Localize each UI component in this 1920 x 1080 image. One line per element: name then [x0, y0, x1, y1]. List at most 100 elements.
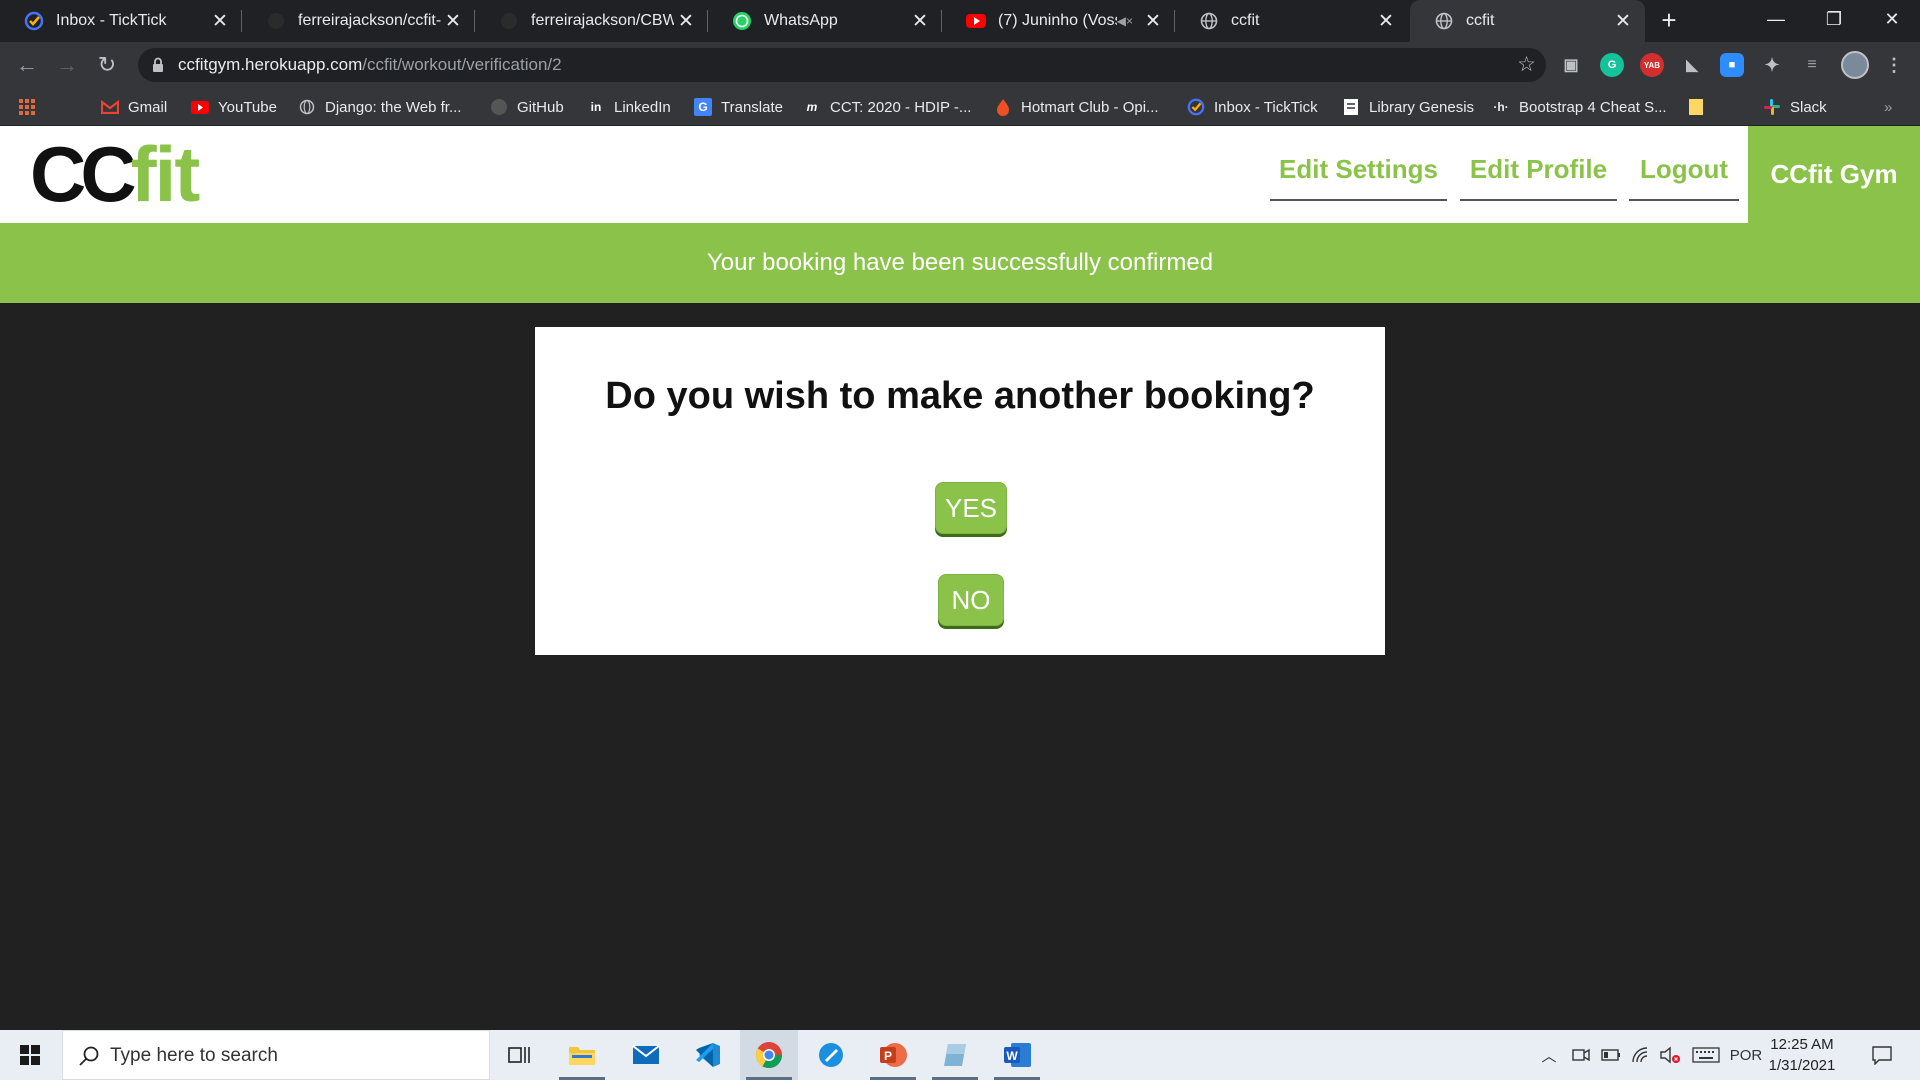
taskbar-clock[interactable]: 12:25 AM 1/31/2021	[1760, 1034, 1844, 1076]
bookmark-linkedin[interactable]: in LinkedIn	[587, 97, 671, 117]
forward-arrow-icon[interactable]: →	[52, 50, 82, 80]
no-button[interactable]: NO	[938, 574, 1004, 626]
more-bookmarks-icon[interactable]: »	[1884, 97, 1892, 117]
tab-youtube[interactable]: (7) Juninho (Vosso ◀× ✕	[942, 0, 1175, 42]
bookmark-bootstrap[interactable]: ·h· Bootstrap 4 Cheat S...	[1492, 97, 1666, 117]
zoom-icon[interactable]: ■	[1720, 53, 1744, 77]
edit-settings-link[interactable]: Edit Settings	[1270, 154, 1447, 201]
bookmark-label: Inbox - TickTick	[1214, 98, 1318, 116]
keyboard-icon[interactable]	[1690, 1030, 1722, 1080]
globe-icon	[1434, 11, 1454, 31]
address-bar[interactable]: ccfitgym.herokuapp.com/ccfit/workout/ver…	[138, 48, 1546, 82]
tab-title: ccfit	[1231, 12, 1260, 29]
tab-strip: Inbox - TickTick ✕ ferreirajackson/ccfit…	[0, 0, 1920, 42]
bookmark-label: Hotmart Club - Opi...	[1021, 98, 1159, 116]
chevron-up-icon[interactable]: ︿	[1537, 1030, 1561, 1080]
vscode-icon[interactable]	[678, 1030, 736, 1080]
bookmark-slack[interactable]: Slack	[1763, 97, 1827, 117]
avatar[interactable]	[1841, 51, 1869, 79]
url-text: ccfitgym.herokuapp.com/ccfit/workout/ver…	[178, 55, 562, 75]
close-window-button[interactable]: ✕	[1864, 0, 1920, 42]
close-icon[interactable]: ✕	[1374, 10, 1398, 33]
windows-start-icon[interactable]	[0, 1030, 60, 1080]
tab-github-ccfit[interactable]: ferreirajackson/ccfit-liv ✕	[242, 0, 475, 42]
close-icon[interactable]: ✕	[208, 10, 232, 33]
tab-whatsapp[interactable]: WhatsApp ✕	[708, 0, 942, 42]
close-icon[interactable]: ✕	[1141, 10, 1165, 33]
back-arrow-icon[interactable]: ←	[12, 50, 42, 80]
bookmark-ticktick[interactable]: Inbox - TickTick	[1187, 97, 1318, 117]
bookmark-label: Slack	[1790, 98, 1827, 116]
puzzle-icon[interactable]: ✦	[1760, 53, 1784, 77]
notifications-icon[interactable]	[1862, 1030, 1902, 1080]
yab-extension-icon[interactable]: YAB	[1640, 53, 1664, 77]
tab-github-cbwa[interactable]: ferreirajackson/CBWA- ✕	[475, 0, 708, 42]
ccfit-logo[interactable]: CC fit	[30, 135, 200, 213]
bookmark-star-icon[interactable]: ☆	[1517, 52, 1536, 77]
edit-profile-link[interactable]: Edit Profile	[1460, 154, 1617, 201]
battery-icon[interactable]	[1598, 1030, 1624, 1080]
bookmark-libgen[interactable]: Library Genesis	[1342, 97, 1474, 117]
globe-icon	[298, 98, 316, 116]
chrome-icon[interactable]	[740, 1030, 798, 1080]
svg-text:P: P	[884, 1049, 892, 1063]
bookmarks-bar: Gmail YouTube Django: the Web fr... GitH…	[0, 88, 1920, 126]
file-explorer-icon[interactable]	[553, 1030, 611, 1080]
powerpoint-icon[interactable]: P	[864, 1030, 922, 1080]
tab-ccfit[interactable]: ccfit ✕	[1175, 0, 1408, 42]
bookmark-youtube[interactable]: YouTube	[191, 97, 277, 117]
taskbar-search-box[interactable]: Type here to search	[62, 1030, 490, 1080]
yes-button[interactable]: YES	[935, 482, 1007, 534]
bookmark-django[interactable]: Django: the Web fr...	[298, 97, 461, 117]
globe-icon	[1199, 11, 1219, 31]
volume-muted-icon[interactable]	[1656, 1030, 1684, 1080]
paint-icon[interactable]	[802, 1030, 860, 1080]
windows-taskbar: Type here to search P W ︿ POR 12:25 AM 1…	[0, 1030, 1920, 1080]
task-view-icon[interactable]	[490, 1030, 548, 1080]
meet-now-icon[interactable]	[1568, 1030, 1594, 1080]
wifi-icon[interactable]	[1628, 1030, 1654, 1080]
bookmark-folder[interactable]	[1687, 97, 1714, 117]
booking-prompt-card: Do you wish to make another booking? YES…	[535, 327, 1385, 655]
tab-title: ferreirajackson/CBWA-	[531, 12, 674, 29]
bookmark-translate[interactable]: G Translate	[694, 97, 783, 117]
cast-icon[interactable]: ▣	[1559, 53, 1583, 77]
browser-toolbar: ← → ↻ ccfitgym.herokuapp.com/ccfit/worko…	[0, 42, 1920, 88]
tab-ccfit-active[interactable]: ccfit ✕	[1410, 0, 1645, 42]
bookmark-label: Translate	[721, 98, 783, 116]
bookmark-hotmart[interactable]: Hotmart Club - Opi...	[994, 97, 1159, 117]
bootstrap-icon: ·h·	[1493, 100, 1509, 114]
input-language[interactable]: POR	[1728, 1030, 1764, 1080]
bookmark-apps[interactable]	[18, 97, 45, 117]
gmail-icon	[101, 98, 119, 116]
page-content: CC fit Edit Settings Edit Profile Logout…	[0, 126, 1920, 1030]
bookmark-cct[interactable]: m CCT: 2020 - HDIP -...	[803, 97, 972, 117]
whatsapp-icon	[732, 11, 752, 31]
close-icon[interactable]: ✕	[674, 10, 698, 33]
speaker-muted-icon[interactable]: ◀×	[1117, 14, 1133, 28]
reading-list-icon[interactable]: ≡	[1800, 53, 1824, 77]
svg-text:W: W	[1006, 1049, 1018, 1063]
close-icon[interactable]: ✕	[908, 10, 932, 33]
bookmark-gmail[interactable]: Gmail	[101, 97, 167, 117]
minimize-button[interactable]: —	[1748, 0, 1804, 42]
grammarly-icon[interactable]: G	[1600, 53, 1624, 77]
restore-button[interactable]: ❐	[1806, 0, 1862, 42]
close-icon[interactable]: ✕	[1611, 10, 1635, 33]
close-icon[interactable]: ✕	[441, 10, 465, 33]
mail-icon[interactable]	[617, 1030, 675, 1080]
logout-link[interactable]: Logout	[1629, 154, 1739, 201]
ccfit-gym-brand-link[interactable]: CCfit Gym	[1748, 126, 1920, 223]
ticktick-icon	[24, 11, 44, 31]
youtube-icon	[191, 98, 209, 116]
menu-dots-icon[interactable]: ⋮	[1882, 53, 1906, 77]
notes-app-icon[interactable]	[926, 1030, 984, 1080]
reload-icon[interactable]: ↻	[92, 50, 122, 80]
new-tab-button[interactable]: +	[1653, 4, 1685, 36]
tab-ticktick[interactable]: Inbox - TickTick ✕	[0, 0, 242, 42]
bookmark-label: YouTube	[218, 98, 277, 116]
word-icon[interactable]: W	[988, 1030, 1046, 1080]
bookmark-label: Django: the Web fr...	[325, 98, 462, 116]
extension-icon[interactable]: ◣	[1680, 53, 1704, 77]
bookmark-github[interactable]: GitHub	[490, 97, 564, 117]
